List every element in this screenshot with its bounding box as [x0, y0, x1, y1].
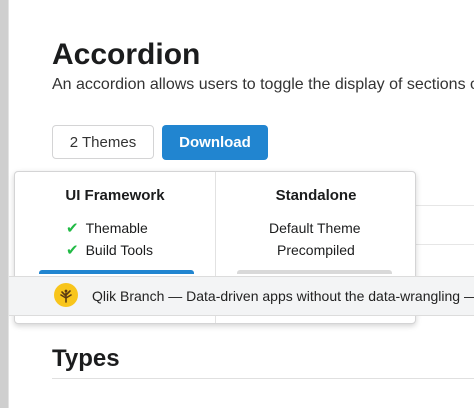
- feature-item: Precompiled: [277, 242, 355, 258]
- feature-item: Default Theme: [269, 220, 361, 236]
- section-title-types: Types: [52, 345, 120, 372]
- feature-item: ✔ Build Tools: [66, 241, 153, 260]
- feature-item: ✔ Themable: [66, 219, 148, 238]
- standalone-download-button[interactable]: [237, 270, 392, 274]
- section-divider: [52, 378, 474, 379]
- standalone-title: Standalone: [275, 187, 357, 204]
- page-edge-divider: [8, 0, 9, 408]
- qlik-tree-logo-icon: [54, 283, 78, 307]
- check-icon: ✔: [66, 242, 79, 259]
- page-subtitle: An accordion allows users to toggle the …: [52, 76, 474, 93]
- themes-button[interactable]: 2 Themes: [52, 125, 154, 159]
- check-icon: ✔: [66, 220, 79, 237]
- feature-label: Themable: [85, 220, 148, 236]
- download-button[interactable]: Download: [162, 125, 268, 160]
- ui-framework-title: UI Framework: [65, 187, 165, 204]
- ui-framework-download-button[interactable]: [39, 270, 194, 274]
- feature-label: Build Tools: [85, 242, 154, 258]
- ad-banner[interactable]: Qlik Branch — Data-driven apps without t…: [9, 276, 474, 316]
- scrollbar-track[interactable]: [0, 0, 8, 408]
- page-title: Accordion: [52, 38, 201, 71]
- ad-text[interactable]: Qlik Branch — Data-driven apps without t…: [92, 287, 474, 305]
